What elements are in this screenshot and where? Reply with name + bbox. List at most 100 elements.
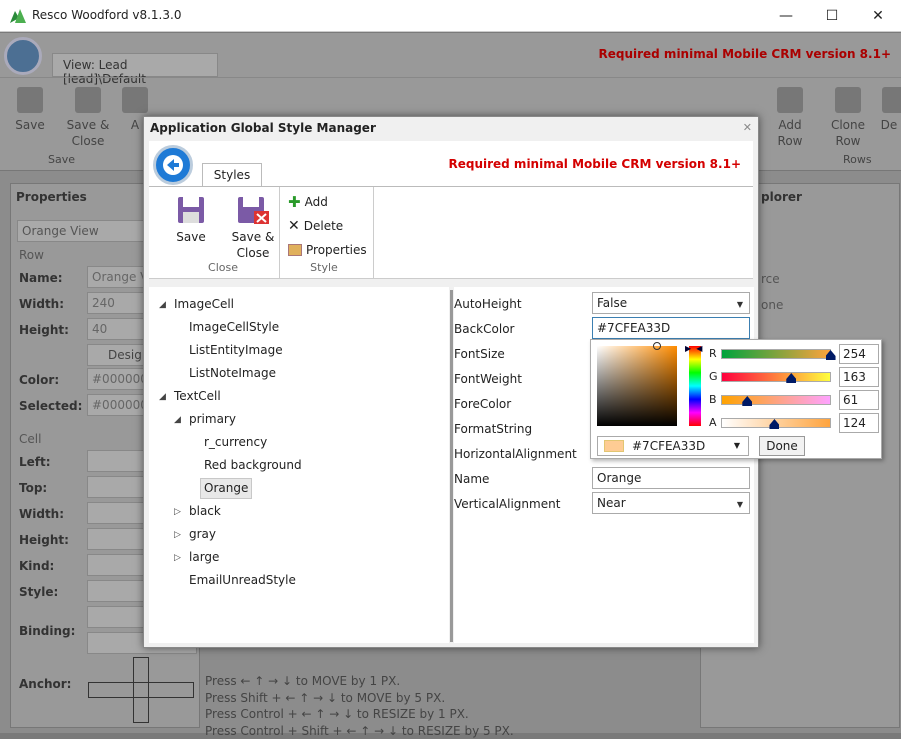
- close-button[interactable]: ✕: [855, 0, 901, 32]
- back-button[interactable]: [153, 145, 193, 185]
- maximize-button[interactable]: ☐: [809, 0, 855, 32]
- autoheight-select[interactable]: False: [592, 292, 750, 314]
- bg-left-label: Left:: [19, 455, 51, 469]
- vertical-alignment-select[interactable]: Near: [592, 492, 750, 514]
- alpha-slider[interactable]: [721, 418, 831, 428]
- tree-node[interactable]: ImageCell: [174, 293, 234, 316]
- tree-node[interactable]: r_currency: [204, 431, 267, 454]
- backcolor-input[interactable]: #7CFEA33D: [592, 317, 750, 339]
- bg-selected-label: Selected:: [19, 399, 82, 413]
- blue-slider-thumb[interactable]: [742, 396, 752, 406]
- hue-marker-icon[interactable]: ▶ ◀: [685, 344, 705, 352]
- bg-save-group: Save: [48, 153, 75, 166]
- name-input[interactable]: Orange: [592, 467, 750, 489]
- tree-expanded-arrow-icon[interactable]: ◢: [159, 392, 166, 402]
- green-slider[interactable]: [721, 372, 831, 382]
- delete-x-icon: ✕: [288, 218, 300, 234]
- color-picker-popup: ▶ ◀ R 254 G 163 B 61 A 124 #7CFEA33D Don…: [590, 339, 882, 459]
- add-button[interactable]: ✚ Add: [288, 193, 328, 211]
- green-slider-thumb[interactable]: [786, 373, 796, 383]
- minimize-button[interactable]: —: [763, 0, 809, 32]
- tree-expanded-arrow-icon[interactable]: ◢: [174, 415, 181, 425]
- forecolor-label: ForeColor: [454, 397, 511, 411]
- tree-collapsed-arrow-icon[interactable]: ▷: [174, 507, 181, 517]
- alpha-slider-thumb[interactable]: [769, 419, 779, 429]
- saturation-value-knob[interactable]: [653, 342, 661, 350]
- red-value-input[interactable]: 254: [839, 344, 879, 364]
- fontweight-label: FontWeight: [454, 372, 522, 386]
- splitter[interactable]: [450, 290, 453, 642]
- tree-node[interactable]: black: [189, 500, 221, 523]
- tree-node[interactable]: primary: [189, 408, 236, 431]
- styles-tree: ◢ ImageCellImageCellStyleListEntityImageL…: [149, 287, 449, 643]
- bg-cell-label: Cell: [19, 432, 41, 446]
- tree-node[interactable]: ListNoteImage: [189, 362, 276, 385]
- bg-delete-row-button[interactable]: De R: [880, 87, 901, 133]
- back-arrow-icon: [162, 154, 184, 176]
- bg-back-button[interactable]: [4, 37, 42, 75]
- blue-label: B: [709, 393, 719, 406]
- tree-node[interactable]: Orange: [200, 478, 252, 499]
- bg-cell-width-label: Width:: [19, 507, 64, 521]
- bg-explorer-title: plorer: [761, 190, 802, 204]
- tab-styles[interactable]: Styles: [202, 163, 262, 187]
- tree-node[interactable]: EmailUnreadStyle: [189, 569, 296, 592]
- green-label: G: [709, 370, 719, 383]
- color-swatch-select[interactable]: #7CFEA33D: [597, 436, 749, 456]
- bg-required-version: Required minimal Mobile CRM version 8.1+: [598, 47, 891, 61]
- bg-style-label: Style:: [19, 585, 58, 599]
- save-button[interactable]: Save: [167, 195, 215, 245]
- hue-slider[interactable]: [689, 346, 701, 426]
- formatstring-label: FormatString: [454, 422, 532, 436]
- bg-anchor-horizontal[interactable]: [88, 682, 194, 698]
- bg-view-tab[interactable]: View: Lead [lead]\Default: [52, 53, 218, 77]
- bg-save-button[interactable]: Save: [5, 87, 55, 133]
- tree-node[interactable]: Red background: [204, 454, 302, 477]
- tree-node[interactable]: TextCell: [174, 385, 221, 408]
- bg-row-label: Row: [19, 248, 44, 262]
- save-close-label-2: Close: [225, 245, 281, 261]
- blue-slider[interactable]: [721, 395, 831, 405]
- app-logo-icon: [10, 9, 26, 23]
- dialog-close-button[interactable]: ✕: [743, 121, 752, 134]
- tree-node[interactable]: ImageCellStyle: [189, 316, 279, 339]
- blue-value-input[interactable]: 61: [839, 390, 879, 410]
- window-title-bar: Resco Woodford v8.1.3.0 — ☐ ✕: [0, 0, 901, 32]
- done-button[interactable]: Done: [759, 436, 805, 456]
- bg-source-label: rce: [761, 272, 780, 286]
- tree-expanded-arrow-icon[interactable]: ◢: [159, 300, 166, 310]
- hint-line: Press ← ↑ → ↓ to MOVE by 1 PX.: [205, 673, 514, 690]
- tree-collapsed-arrow-icon[interactable]: ▷: [174, 530, 181, 540]
- dialog-ribbon: Styles Required minimal Mobile CRM versi…: [149, 141, 753, 279]
- red-slider[interactable]: [721, 349, 831, 359]
- fontsize-label: FontSize: [454, 347, 505, 361]
- save-close-button[interactable]: Save & Close: [225, 195, 281, 261]
- tree-node[interactable]: large: [189, 546, 219, 569]
- red-label: R: [709, 347, 719, 360]
- alpha-value-input[interactable]: 124: [839, 413, 879, 433]
- bg-top-label: Top:: [19, 481, 47, 495]
- bg-clone-row-button[interactable]: Clone Row: [823, 87, 873, 149]
- bg-properties-title: Properties: [16, 190, 87, 204]
- delete-button[interactable]: ✕ Delete: [288, 218, 343, 234]
- bg-kind-label: Kind:: [19, 559, 54, 573]
- green-value-input[interactable]: 163: [839, 367, 879, 387]
- autoheight-label: AutoHeight: [454, 297, 522, 311]
- tree-collapsed-arrow-icon[interactable]: ▷: [174, 553, 181, 563]
- save-close-label-1: Save &: [225, 229, 281, 245]
- bg-width-label: Width:: [19, 297, 64, 311]
- hint-line: Press Control + ← ↑ → ↓ to RESIZE by 1 P…: [205, 706, 514, 723]
- alpha-label: A: [709, 416, 719, 429]
- close-group-label: Close: [203, 261, 243, 274]
- color-swatch: [604, 440, 624, 452]
- properties-button[interactable]: Properties: [288, 243, 367, 257]
- tree-node[interactable]: ListEntityImage: [189, 339, 283, 362]
- tree-node[interactable]: gray: [189, 523, 216, 546]
- bg-add-row-button[interactable]: Add Row: [765, 87, 815, 149]
- name-label: Name: [454, 472, 489, 486]
- saturation-value-area[interactable]: [597, 346, 677, 426]
- red-slider-thumb[interactable]: [826, 350, 836, 360]
- delete-button-label: Delete: [304, 219, 343, 233]
- bg-save-close-button[interactable]: Save & Close: [63, 87, 113, 149]
- floppy-save-close-icon: [236, 195, 270, 225]
